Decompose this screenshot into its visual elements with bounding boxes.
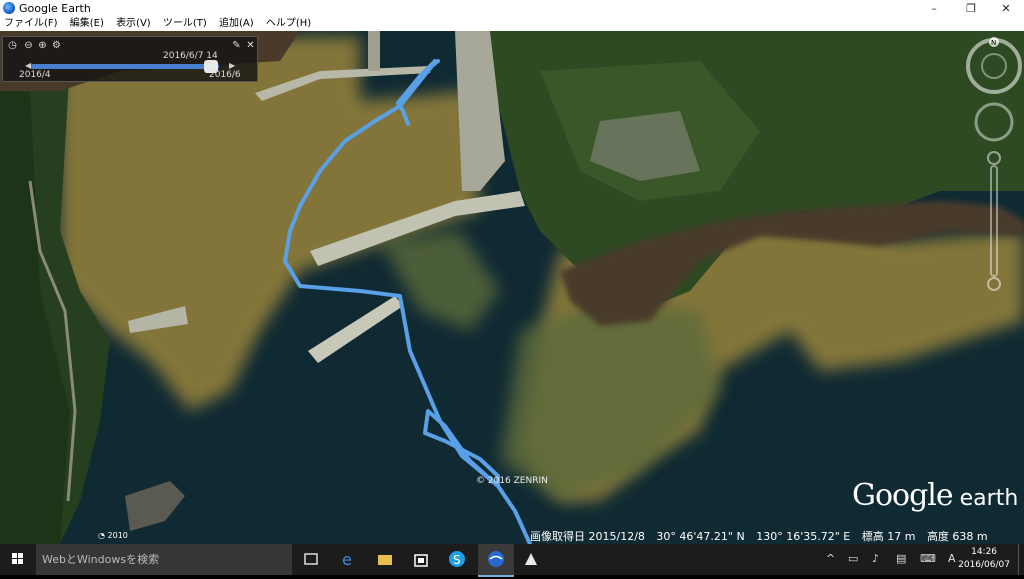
paint-icon[interactable] <box>522 550 540 568</box>
slider-start-date: 2016/4 <box>19 70 51 80</box>
time-slider-panel: ◷ ⊖ ⊕ ⚙ ✎ ✕ 2016/6/7 14 ◀ ▶ 2016/4 2016/… <box>2 36 258 82</box>
svg-text:S: S <box>453 553 461 567</box>
menu-tools[interactable]: ツール(T) <box>163 17 207 31</box>
look-joystick[interactable]: N <box>966 37 1022 94</box>
imagery-date: 画像取得日 2015/12/8 <box>530 530 645 543</box>
battery-icon[interactable]: ▭ <box>848 552 858 565</box>
ime-indicator[interactable]: A <box>948 552 956 565</box>
google-earth-logo: Google earth <box>852 478 1019 513</box>
altitude: 高度 638 m <box>926 530 988 543</box>
clock-icon[interactable]: ◷ <box>7 40 18 51</box>
zoom-slider[interactable] <box>987 151 1001 291</box>
close-icon[interactable]: ✕ <box>245 40 256 51</box>
compass-north-icon: N <box>991 39 996 47</box>
google-earth-taskbar-button[interactable] <box>478 544 514 577</box>
maximize-button[interactable]: ❐ <box>955 0 987 17</box>
taskbar: WebとWindowsを検索 e S ^ ▭ ♪ ▤ ⌨ A 14:26 201… <box>0 544 1024 577</box>
file-explorer-icon[interactable] <box>376 550 394 568</box>
wrench-icon[interactable]: ✎ <box>231 40 242 51</box>
google-earth-icon <box>3 2 15 14</box>
status-bar: 画像取得日 2015/12/8 30° 46'47.21" N 130° 16'… <box>530 528 996 544</box>
menu-help[interactable]: ヘルプ(H) <box>266 17 311 31</box>
close-button[interactable]: ✕ <box>990 0 1022 17</box>
imagery-year-badge: ◔ 2010 <box>98 531 128 540</box>
skype-icon[interactable]: S <box>448 550 466 568</box>
menu-file[interactable]: ファイル(F) <box>4 17 58 31</box>
google-earth-taskbar-icon <box>488 551 504 567</box>
task-view-icon[interactable] <box>302 550 320 568</box>
menu-view[interactable]: 表示(V) <box>116 17 151 31</box>
store-icon[interactable] <box>412 550 430 568</box>
window-title: Google Earth <box>19 2 91 15</box>
clock-date: 2016/06/07 <box>958 560 1010 570</box>
slider-end-date: 2016/6 <box>209 70 241 80</box>
settings-icon[interactable]: ⚙ <box>51 40 62 51</box>
map-copyright: © 2016 ZENRIN <box>476 476 548 486</box>
menu-add[interactable]: 追加(A) <box>219 17 254 31</box>
tray-chevron-icon[interactable]: ^ <box>826 552 835 565</box>
map-view[interactable] <box>0 31 1024 544</box>
latitude: 30° 46'47.21" N <box>656 530 745 543</box>
zoom-out-icon[interactable]: ⊖ <box>23 40 34 51</box>
windows-icon <box>12 553 23 564</box>
clock-time: 14:26 <box>971 547 998 557</box>
show-desktop-button[interactable] <box>1018 544 1024 575</box>
move-joystick[interactable] <box>974 102 1014 142</box>
menu-edit[interactable]: 編集(E) <box>70 17 104 31</box>
keyboard-icon[interactable]: ⌨ <box>920 552 936 565</box>
edge-browser-icon[interactable]: e <box>340 550 358 568</box>
time-slider-track[interactable] <box>31 64 219 69</box>
play-icon[interactable]: ▶ <box>229 61 235 70</box>
zoom-in-icon[interactable]: ⊕ <box>37 40 48 51</box>
message-icon[interactable]: ▤ <box>896 552 906 565</box>
longitude: 130° 16'35.72" E <box>756 530 851 543</box>
taskbar-search-box[interactable]: WebとWindowsを検索 <box>36 544 292 575</box>
satellite-imagery <box>0 31 1024 544</box>
start-button[interactable] <box>0 544 36 575</box>
elevation: 標高 17 m <box>861 530 916 543</box>
title-bar: Google Earth – ❐ ✕ <box>0 0 1024 17</box>
navigation-controls: N <box>964 36 1024 296</box>
menu-bar: ファイル(F) 編集(E) 表示(V) ツール(T) 追加(A) ヘルプ(H) <box>0 17 1024 32</box>
volume-icon[interactable]: ♪ <box>872 552 879 565</box>
taskbar-clock[interactable]: 14:26 2016/06/07 <box>958 546 1010 572</box>
minimize-button[interactable]: – <box>918 0 950 17</box>
svg-text:e: e <box>342 550 352 568</box>
